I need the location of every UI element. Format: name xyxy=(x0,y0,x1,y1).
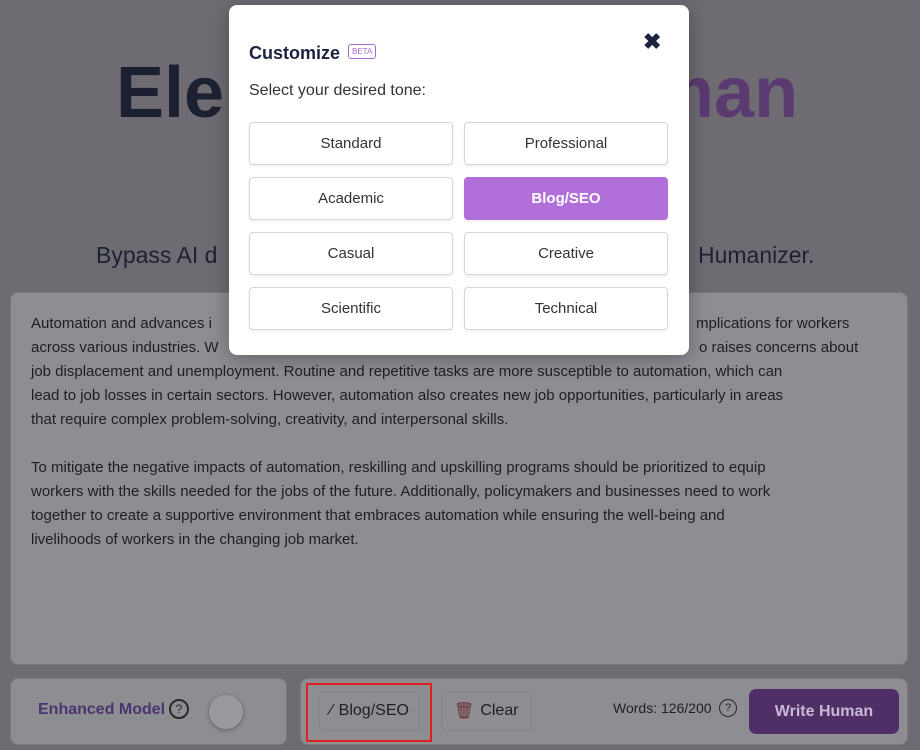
write-human-button[interactable]: Write Human xyxy=(749,689,899,734)
tone-prompt: Select your desired tone: xyxy=(249,82,426,99)
help-icon[interactable]: ? xyxy=(719,699,737,717)
word-count: Words: 126/200 xyxy=(613,700,712,716)
text-line: lead to job losses in certain sectors. H… xyxy=(31,387,784,404)
enhanced-model-toggle[interactable] xyxy=(209,695,243,729)
modal-title: Customize xyxy=(249,43,341,63)
trash-icon: 🗑 xyxy=(454,703,475,720)
hero-title-left: Ele xyxy=(116,53,225,133)
clear-button[interactable]: 🗑 Clear xyxy=(441,691,532,731)
tone-button[interactable]: ⁄ Blog/SEO xyxy=(319,691,420,731)
enhanced-model-label: Enhanced Model xyxy=(38,701,166,718)
text-line: livelihoods of workers in the changing j… xyxy=(31,531,359,548)
text-line: workers with the skills needed for the j… xyxy=(31,483,771,500)
clear-button-label: Clear xyxy=(480,702,519,719)
tone-blog-seo[interactable]: Blog/SEO xyxy=(464,177,668,220)
text-line: mplications for workers xyxy=(696,315,850,332)
text-line: o raises concerns about xyxy=(699,339,859,356)
text-line: job displacement and unemployment. Routi… xyxy=(31,363,783,380)
tone-creative[interactable]: Creative xyxy=(464,232,668,275)
tone-academic[interactable]: Academic xyxy=(249,177,453,220)
beta-badge: BETA xyxy=(348,44,377,59)
close-icon[interactable]: ✖ xyxy=(643,29,661,55)
text-line: that require complex problem-solving, cr… xyxy=(31,411,509,428)
tone-standard[interactable]: Standard xyxy=(249,122,453,165)
tone-technical[interactable]: Technical xyxy=(464,287,668,330)
text-line: together to create a supportive environm… xyxy=(31,507,725,524)
subtitle-left: Bypass AI d xyxy=(96,242,218,268)
text-line: To mitigate the negative impacts of auto… xyxy=(31,459,766,476)
tone-button-label: Blog/SEO xyxy=(338,702,409,719)
help-icon[interactable]: ? xyxy=(169,699,189,719)
action-panel: ⁄ Blog/SEO 🗑 Clear Words: 126/200 ? Write … xyxy=(300,678,908,745)
magic-wand-icon: ⁄ xyxy=(330,702,333,719)
tone-professional[interactable]: Professional xyxy=(464,122,668,165)
tone-casual[interactable]: Casual xyxy=(249,232,453,275)
tone-scientific[interactable]: Scientific xyxy=(249,287,453,330)
enhanced-model-panel: Enhanced Model ? xyxy=(10,678,287,745)
text-line: across various industries. W xyxy=(31,339,219,356)
text-line: Automation and advances i xyxy=(31,315,212,332)
customize-modal: Customize BETA ✖ Select your desired ton… xyxy=(229,5,689,355)
subtitle-right: Humanizer. xyxy=(698,242,815,268)
